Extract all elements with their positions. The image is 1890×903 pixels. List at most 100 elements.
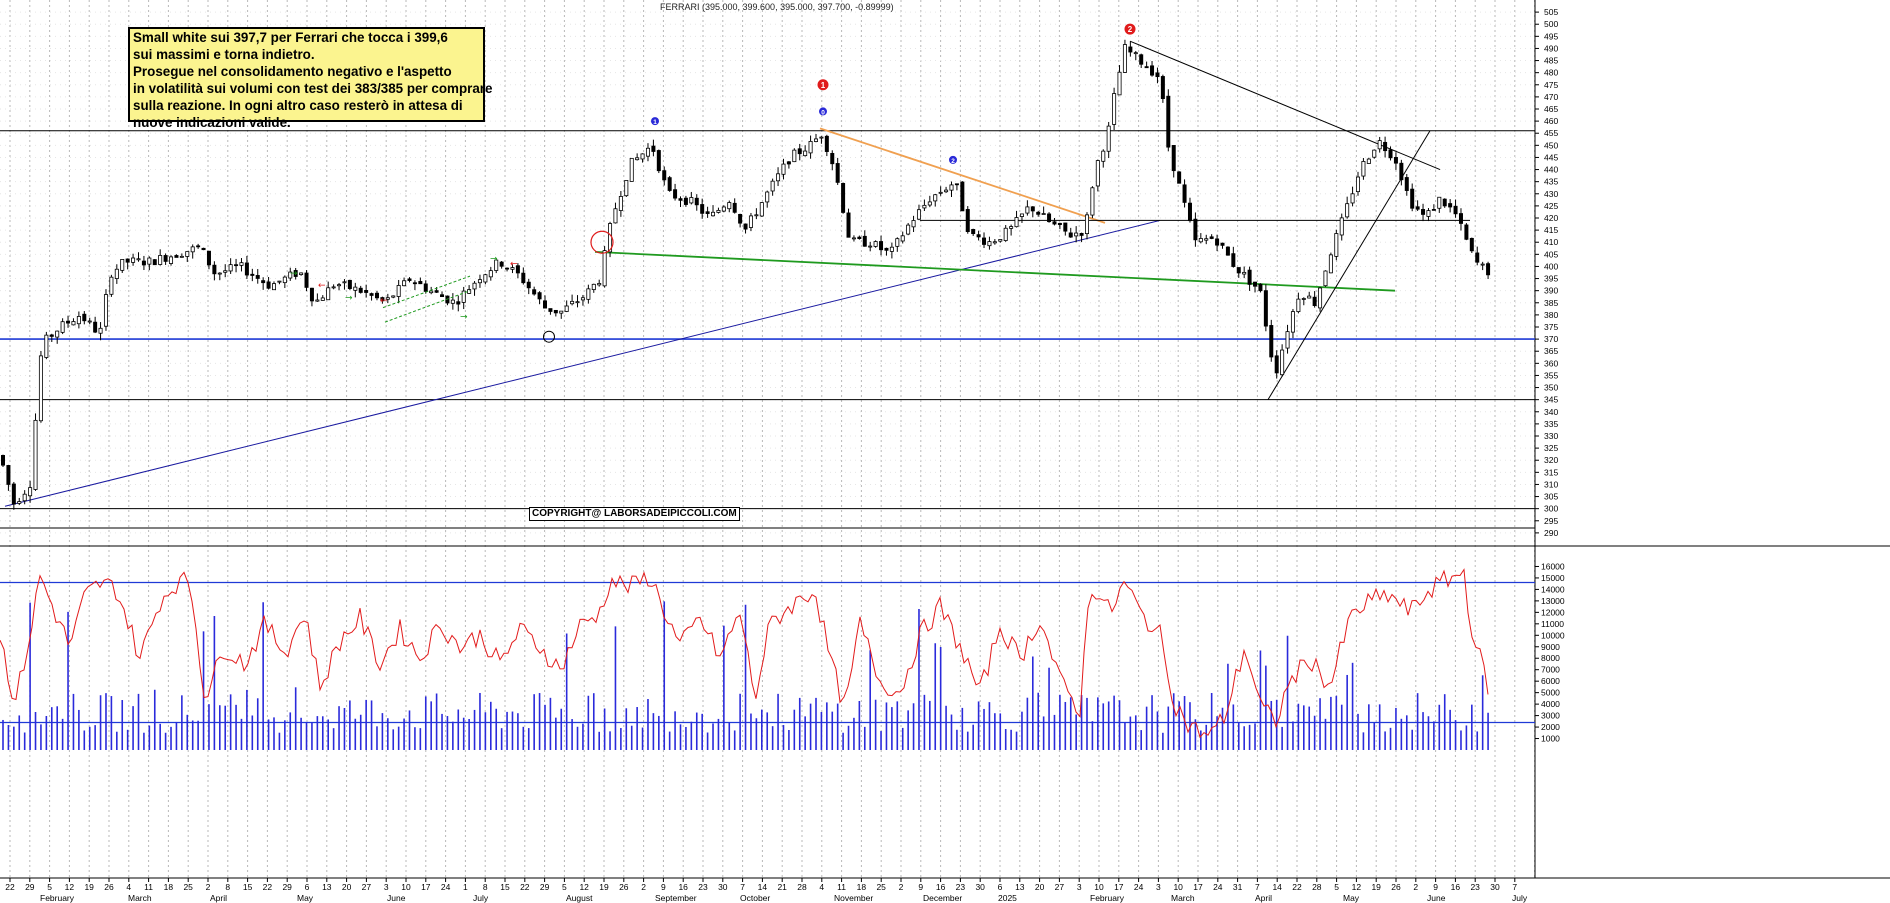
candle-body xyxy=(223,270,228,273)
candle-body xyxy=(1166,95,1171,148)
candle-body xyxy=(1150,65,1155,76)
x-tick-label: 9 xyxy=(661,882,666,892)
candle-body xyxy=(1356,176,1361,193)
oscillator-line xyxy=(0,568,1489,739)
candle-body xyxy=(689,197,694,204)
x-month-label: June xyxy=(387,893,406,903)
candle-body xyxy=(234,264,239,267)
candle-body xyxy=(396,285,401,297)
y-tick-label: 480 xyxy=(1544,68,1558,78)
y-tick-label: 445 xyxy=(1544,152,1558,162)
x-tick-label: 24 xyxy=(441,882,451,892)
candle-body xyxy=(906,224,911,235)
y-tick-label: 505 xyxy=(1544,7,1558,17)
volume-tick-label: 7000 xyxy=(1541,665,1560,675)
candle-body xyxy=(1047,213,1052,223)
candle-body xyxy=(532,289,537,295)
y-tick-label: 310 xyxy=(1544,479,1558,489)
y-tick-label: 395 xyxy=(1544,274,1558,284)
x-tick-label: 10 xyxy=(1173,882,1183,892)
trendline xyxy=(594,251,1396,292)
candle-body xyxy=(1350,193,1355,204)
volume-tick-label: 5000 xyxy=(1541,688,1560,698)
signal-arrow: → xyxy=(490,255,498,265)
candle-body xyxy=(1139,54,1144,65)
chart-header: FERRARI (395.000, 399.600, 395.000, 397.… xyxy=(660,2,894,12)
candle-body xyxy=(889,246,894,252)
candle-body xyxy=(1019,213,1024,217)
candle-body xyxy=(1469,237,1474,252)
candle-body xyxy=(174,255,179,258)
volume-tick-label: 14000 xyxy=(1541,584,1565,594)
candle-body xyxy=(1112,93,1117,125)
candle-body xyxy=(732,202,737,213)
candle-body xyxy=(1204,238,1209,241)
candle-body xyxy=(526,281,531,289)
x-tick-label: 16 xyxy=(936,882,946,892)
y-tick-label: 400 xyxy=(1544,261,1558,271)
x-tick-label: 28 xyxy=(797,882,807,892)
candle-body xyxy=(1014,217,1019,228)
candle-body xyxy=(71,321,76,326)
x-tick-label: 11 xyxy=(837,882,846,892)
candle-body xyxy=(391,295,396,298)
x-month-label: October xyxy=(740,893,770,903)
candle-body xyxy=(618,196,623,211)
x-tick-label: 26 xyxy=(619,882,629,892)
candle-body xyxy=(851,237,856,240)
x-month-label: May xyxy=(297,893,314,903)
candle-body xyxy=(862,235,867,247)
candle-body xyxy=(33,419,38,490)
candle-body xyxy=(477,279,482,284)
candle-body xyxy=(949,184,954,191)
x-tick-label: 21 xyxy=(777,882,787,892)
signal-arrow: → xyxy=(290,269,298,279)
y-tick-label: 420 xyxy=(1544,213,1558,223)
candle-body xyxy=(1106,125,1111,152)
x-tick-label: 12 xyxy=(579,882,589,892)
x-tick-label: 8 xyxy=(225,882,230,892)
candle-body xyxy=(835,163,840,183)
candle-body xyxy=(103,294,108,327)
candle-body xyxy=(792,149,797,163)
candle-body xyxy=(1339,217,1344,236)
x-tick-label: 9 xyxy=(918,882,923,892)
x-month-label: August xyxy=(566,893,593,903)
candle-body xyxy=(1182,184,1187,203)
candle-body xyxy=(1442,198,1447,207)
signal-arrow: ← xyxy=(510,259,518,269)
candle-body xyxy=(700,204,705,214)
candle-body xyxy=(580,297,585,301)
candle-body xyxy=(1030,206,1035,212)
candle-body xyxy=(1475,252,1480,263)
candle-body xyxy=(364,290,369,293)
candle-body xyxy=(1025,206,1030,214)
candle-body xyxy=(662,170,667,181)
volume-tick-label: 16000 xyxy=(1541,561,1565,571)
candle-body xyxy=(922,204,927,209)
candle-body xyxy=(206,250,211,266)
trendline xyxy=(4,219,1161,507)
candle-body xyxy=(1328,254,1333,274)
candle-body xyxy=(916,209,921,220)
x-month-label: February xyxy=(1090,893,1125,903)
candle-body xyxy=(814,138,819,142)
candle-body xyxy=(754,214,759,217)
x-tick-label: 10 xyxy=(1094,882,1104,892)
candle-body xyxy=(1345,203,1350,218)
candle-body xyxy=(629,157,634,182)
candle-body xyxy=(548,308,553,312)
analysis-note: Small white sui 397,7 per Ferrari che to… xyxy=(128,27,492,130)
note-line: Small white sui 397,7 per Ferrari che to… xyxy=(133,30,448,45)
x-tick-label: 5 xyxy=(562,882,567,892)
candle-body xyxy=(944,189,949,193)
candle-body xyxy=(114,268,119,279)
candle-body xyxy=(320,297,325,301)
candle-body xyxy=(347,279,352,289)
candle-body xyxy=(304,272,309,288)
candle-body xyxy=(743,223,748,230)
candle-body xyxy=(960,181,965,212)
candle-body xyxy=(1361,161,1366,177)
x-tick-label: 14 xyxy=(1272,882,1282,892)
candle-body xyxy=(987,241,992,247)
